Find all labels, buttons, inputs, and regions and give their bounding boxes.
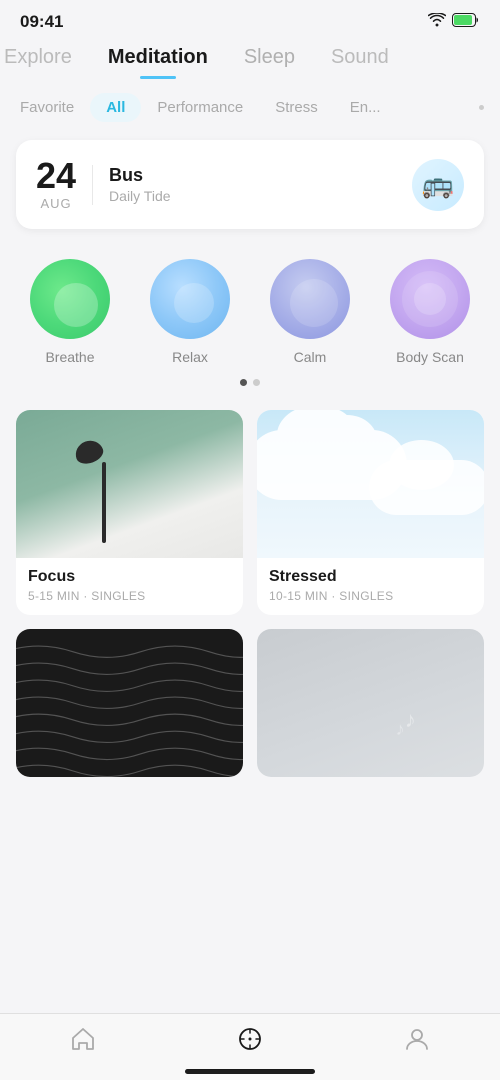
filter-tab-favorite[interactable]: Favorite — [16, 93, 90, 122]
filter-tab-stress[interactable]: Stress — [259, 93, 334, 122]
content-card-waves[interactable] — [16, 629, 243, 777]
nav-compass-button[interactable] — [220, 1026, 280, 1052]
stressed-card-text: Stressed 10-15 MIN · SINGLES — [257, 558, 484, 615]
body-scan-label: Body Scan — [396, 349, 464, 365]
daily-divider — [92, 165, 93, 205]
category-body-scan[interactable]: Body Scan — [376, 259, 484, 365]
person-icon — [404, 1026, 430, 1052]
categories-section: Breathe Relax Calm Body Scan — [0, 239, 500, 400]
stressed-card-title: Stressed — [269, 568, 472, 586]
calm-circle — [270, 259, 350, 339]
daily-card[interactable]: 24 AUG Bus Daily Tide 🚌 — [16, 140, 484, 229]
page-dot-2 — [253, 379, 260, 386]
category-breathe[interactable]: Breathe — [16, 259, 124, 365]
nav-item-meditation[interactable]: Meditation — [90, 46, 226, 79]
top-navigation: Explore Meditation Sleep Sound — [0, 40, 500, 79]
daily-month: AUG — [36, 196, 76, 211]
daily-illustration: 🚌 — [412, 159, 464, 211]
status-icons — [428, 13, 480, 32]
calm-label: Calm — [294, 349, 327, 365]
music-note-icon: ♪ — [396, 719, 405, 740]
nav-item-sleep[interactable]: Sleep — [226, 46, 313, 79]
battery-icon — [452, 13, 480, 32]
waves-card-image — [16, 629, 243, 777]
relax-label: Relax — [172, 349, 208, 365]
gray-card-image: ♪ — [257, 629, 484, 777]
breathe-circle — [30, 259, 110, 339]
wifi-icon — [428, 13, 446, 32]
focus-card-title: Focus — [28, 568, 231, 586]
home-indicator — [185, 1069, 315, 1074]
content-card-gray[interactable]: ♪ — [257, 629, 484, 777]
daily-info: Bus Daily Tide — [109, 165, 396, 204]
focus-card-meta: 5-15 MIN · SINGLES — [28, 589, 231, 603]
content-card-focus[interactable]: Focus 5-15 MIN · SINGLES — [16, 410, 243, 615]
nav-item-explore[interactable]: Explore — [0, 46, 90, 79]
category-calm[interactable]: Calm — [256, 259, 364, 365]
nav-profile-button[interactable] — [387, 1026, 447, 1052]
page-dot-1 — [240, 379, 247, 386]
daily-date: 24 AUG — [36, 158, 76, 211]
nav-home-button[interactable] — [53, 1026, 113, 1052]
filter-tab-all[interactable]: All — [90, 93, 141, 122]
daily-subtitle: Daily Tide — [109, 188, 396, 204]
category-relax[interactable]: Relax — [136, 259, 244, 365]
daily-day: 24 — [36, 158, 76, 194]
daily-title: Bus — [109, 165, 396, 186]
cards-grid: Focus 5-15 MIN · SINGLES Stressed 10-15 … — [0, 400, 500, 787]
filter-tab-energy[interactable]: En... — [334, 93, 397, 122]
status-bar: 09:41 — [0, 0, 500, 40]
content-card-stressed[interactable]: Stressed 10-15 MIN · SINGLES — [257, 410, 484, 615]
compass-icon — [237, 1026, 263, 1052]
pagination-dots — [16, 379, 484, 386]
body-scan-circle — [390, 259, 470, 339]
stressed-card-image — [257, 410, 484, 558]
filter-tabs: Favorite All Performance Stress En... — [0, 79, 500, 130]
focus-card-text: Focus 5-15 MIN · SINGLES — [16, 558, 243, 615]
status-time: 09:41 — [20, 12, 63, 32]
breathe-label: Breathe — [45, 349, 94, 365]
focus-card-image — [16, 410, 243, 558]
filter-tab-performance[interactable]: Performance — [141, 93, 259, 122]
relax-circle — [150, 259, 230, 339]
categories-row: Breathe Relax Calm Body Scan — [16, 259, 484, 365]
more-indicator — [479, 105, 484, 110]
cloud-2 — [369, 460, 484, 515]
nav-item-sound[interactable]: Sound — [313, 46, 395, 79]
home-icon — [70, 1026, 96, 1052]
stressed-card-meta: 10-15 MIN · SINGLES — [269, 589, 472, 603]
